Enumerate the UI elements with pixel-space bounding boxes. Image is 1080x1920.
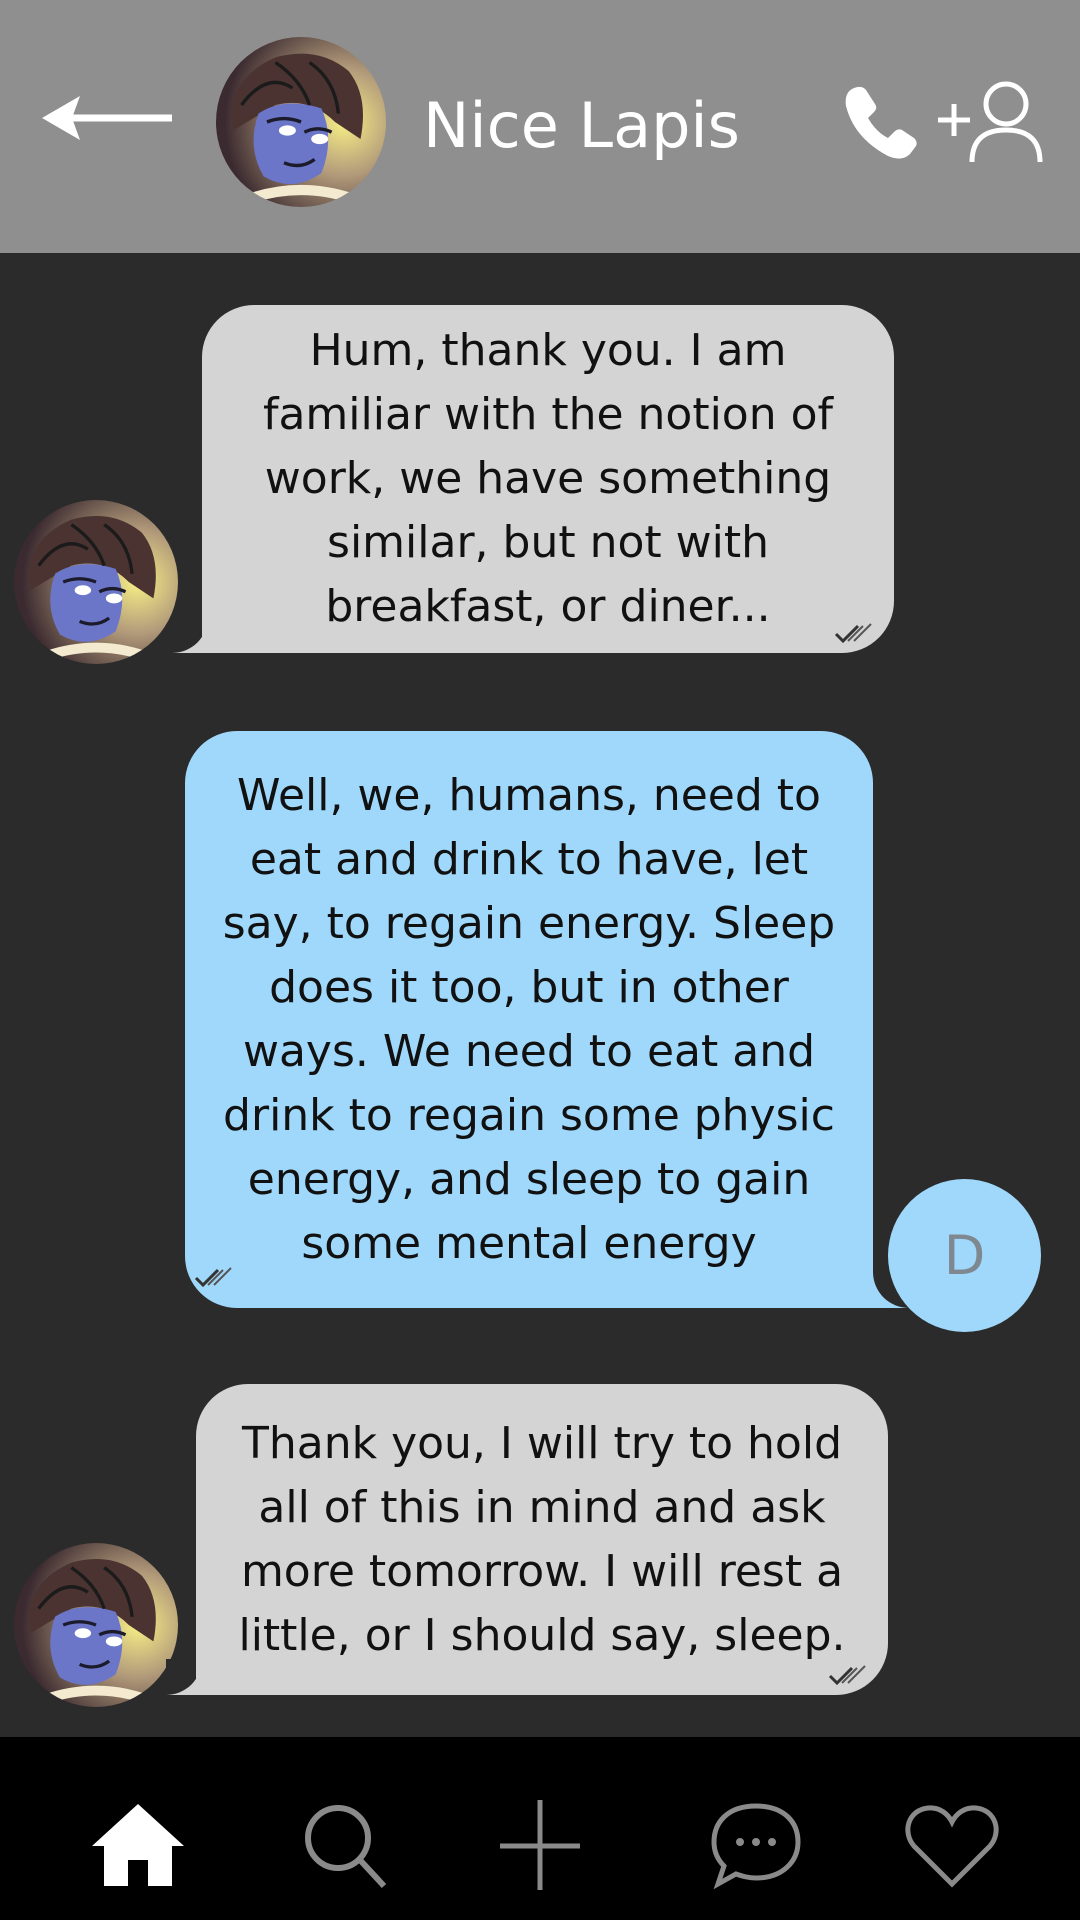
back-button[interactable] [38, 88, 178, 148]
contact-avatar[interactable] [216, 37, 386, 207]
double-check-icon [828, 1664, 870, 1686]
add-contact-button[interactable] [936, 80, 1046, 165]
contact-avatar-image [216, 37, 386, 207]
heart-icon [905, 1805, 999, 1888]
add-user-icon [938, 81, 1043, 163]
home-icon [92, 1804, 184, 1886]
message-bubble-outgoing[interactable]: Well, we, humans, need to eat and drink … [185, 731, 873, 1308]
sender-avatar-image [14, 500, 178, 664]
contact-name[interactable]: Nice Lapis [423, 86, 740, 166]
message-text: Hum, thank you. I am familiar with the n… [262, 325, 834, 632]
nav-home-button[interactable] [88, 1800, 188, 1890]
nav-create-button[interactable] [490, 1800, 590, 1890]
double-check-icon [194, 1266, 236, 1288]
message-bubble-incoming[interactable]: Hum, thank you. I am familiar with the n… [202, 305, 894, 653]
phone-icon [845, 86, 917, 159]
nav-messages-button[interactable] [706, 1800, 806, 1890]
user-avatar[interactable]: D [888, 1179, 1041, 1332]
chat-header: Nice Lapis [0, 0, 1080, 253]
plus-icon [500, 1800, 580, 1890]
search-icon [305, 1805, 387, 1889]
nav-favorites-button[interactable] [902, 1800, 1002, 1890]
sender-avatar[interactable] [14, 1543, 178, 1707]
arrow-left-icon [42, 96, 172, 140]
chat-bubble-icon [711, 1803, 801, 1890]
message-text: Thank you, I will try to hold all of thi… [238, 1417, 846, 1661]
call-button[interactable] [840, 80, 930, 165]
double-check-icon [834, 622, 876, 644]
nav-search-button[interactable] [296, 1800, 396, 1890]
sender-avatar[interactable] [14, 500, 178, 664]
sender-avatar-image [14, 1543, 178, 1707]
message-text: Well, we, humans, need to eat and drink … [222, 769, 836, 1269]
message-bubble-incoming[interactable]: Thank you, I will try to hold all of thi… [196, 1384, 888, 1695]
